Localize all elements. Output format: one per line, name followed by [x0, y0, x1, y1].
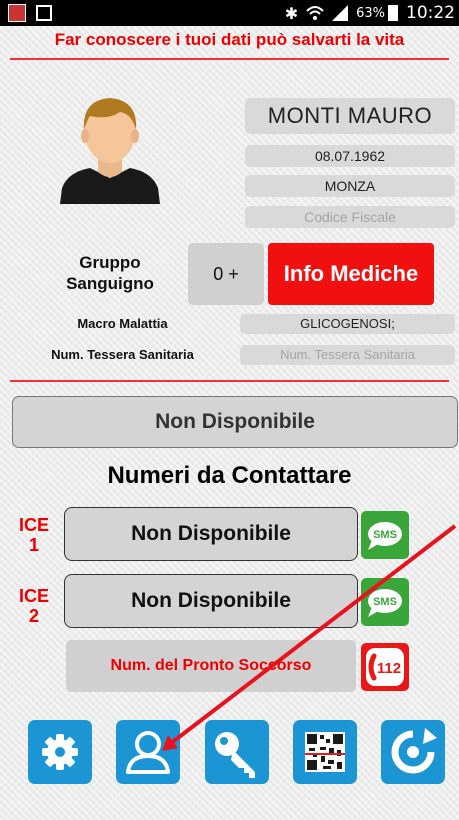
battery-indicator: 63%: [356, 5, 398, 21]
patient-name: MONTI MAURO: [245, 98, 455, 134]
ice2-contact-button[interactable]: Non Disponibile: [64, 574, 358, 628]
medical-info-button[interactable]: Info Mediche: [268, 243, 434, 305]
settings-icon: [42, 734, 78, 770]
qr-code-icon: [305, 732, 345, 772]
contacts-title: Numeri da Contattare: [107, 462, 352, 489]
blood-group-label-line2: Sanguigno: [66, 274, 154, 293]
signal-icon: [332, 5, 349, 21]
bottom-toolbar: [28, 720, 445, 784]
emergency-number-label: 112: [377, 660, 401, 677]
emergency-number-button[interactable]: Num. del Pronto Soccorso: [66, 640, 356, 692]
avatar[interactable]: [60, 92, 160, 204]
bluetooth-icon: ✱: [284, 3, 299, 23]
status-notifications: [8, 4, 52, 22]
app-notification-icon: [8, 4, 26, 22]
status-indicators: ✱ 63% 10:22: [285, 3, 455, 23]
ice2-label-line2: 2: [28, 606, 39, 626]
macro-disease-value: GLICOGENOSI;: [240, 314, 455, 334]
key-button[interactable]: [205, 720, 269, 784]
status-bar: ✱ 63% 10:22: [0, 0, 459, 26]
key-icon: [215, 732, 255, 778]
health-card-field: Num. Tessera Sanitaria: [240, 345, 455, 365]
battery-icon: [388, 5, 398, 21]
availability-status-button[interactable]: Non Disponibile: [12, 396, 458, 448]
emergency-call-icon[interactable]: 112: [360, 642, 410, 692]
sms-icon-label: SMS: [373, 529, 397, 541]
blood-group-label: Gruppo Sanguigno: [40, 252, 180, 294]
health-card-label: Num. Tessera Sanitaria: [51, 347, 194, 362]
profile-button[interactable]: [116, 720, 180, 784]
blood-group-label-line1: Gruppo: [79, 253, 141, 272]
birth-city: MONZA: [245, 175, 455, 197]
refresh-icon: [391, 728, 437, 774]
battery-percent: 63%: [356, 5, 385, 21]
sms-icon[interactable]: SMS: [360, 510, 410, 560]
slogan-banner: Far conoscere i tuoi dati può salvarti l…: [54, 30, 405, 49]
blood-group-value: 0 +: [188, 243, 264, 305]
ice1-label-line1: ICE: [18, 515, 49, 535]
settings-button[interactable]: [28, 720, 92, 784]
header-divider: [10, 58, 449, 60]
sms-icon-label: SMS: [373, 596, 397, 608]
section-divider: [10, 380, 449, 382]
image-notification-icon: [36, 5, 52, 21]
refresh-button[interactable]: [381, 720, 445, 784]
ice1-contact-button[interactable]: Non Disponibile: [64, 507, 358, 561]
birth-date: 08.07.1962: [245, 145, 455, 167]
clock: 10:22: [406, 3, 455, 23]
ice2-label-line1: ICE: [18, 586, 49, 606]
ice1-label-line2: 1: [28, 535, 39, 555]
ice2-label: ICE 2: [16, 586, 52, 626]
fiscal-code-field: Codice Fiscale: [245, 206, 455, 228]
qr-code-button[interactable]: [293, 720, 357, 784]
macro-disease-label: Macro Malattia: [77, 316, 168, 331]
wifi-icon: [306, 6, 324, 20]
user-profile-icon: [126, 731, 170, 774]
ice1-label: ICE 1: [16, 515, 52, 555]
sms-icon[interactable]: SMS: [360, 577, 410, 627]
